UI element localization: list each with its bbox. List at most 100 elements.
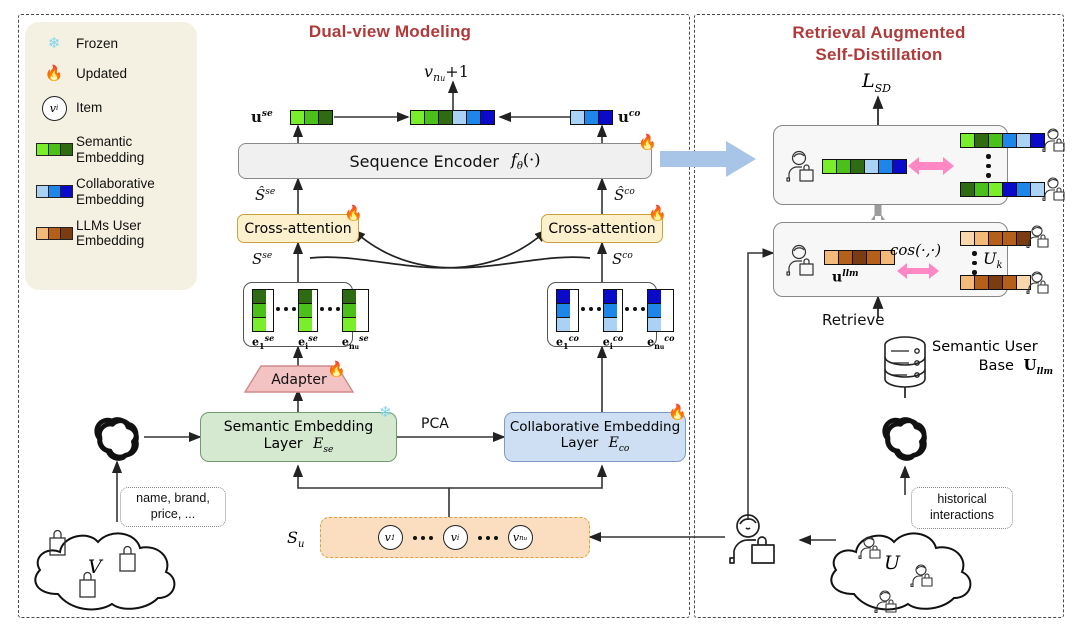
- sub-sym: U: [1023, 356, 1037, 375]
- item-cloud-bag-icons: [49, 529, 136, 598]
- candidate-user-icon-top: [1026, 225, 1049, 249]
- student-vector: [822, 159, 907, 174]
- sequence-encoder-function: fθ(·): [511, 150, 541, 172]
- fused-vector: [410, 110, 495, 125]
- con-sub-u: u: [659, 343, 665, 351]
- figure-root: Dual-view Modeling Retrieval Augmented S…: [0, 0, 1080, 632]
- snowflake-icon-semantic-layer: ❄: [379, 404, 392, 421]
- semantic-emb-item-i: eise: [298, 289, 318, 351]
- sen-sup: se: [359, 333, 369, 343]
- collab-layer-line1: Collaborative Embedding: [509, 419, 681, 436]
- seqi-sub: i: [456, 533, 460, 542]
- coi-base: e: [602, 335, 610, 349]
- co1-sup: co: [568, 333, 579, 343]
- u-llm-base: u: [832, 269, 843, 286]
- user-cloud-avatars: [858, 536, 933, 614]
- collab-layer-line2: Layer Eco: [510, 435, 680, 455]
- teacher-vector-bottom: [960, 182, 1045, 197]
- sub-l2-text: Base: [978, 358, 1014, 375]
- transition-arrow: [660, 141, 756, 177]
- semantic-layer-l2-text: Layer: [263, 435, 303, 452]
- semantic-emb-col-i: [298, 289, 318, 332]
- s-hat-co-base: Ŝ: [614, 186, 625, 204]
- s-co-sup: co: [622, 251, 633, 261]
- u-se-label: use: [251, 108, 273, 126]
- semantic-layer-line2: Layer Ese: [224, 436, 374, 456]
- collaborative-embedding-group: e1co eico enuco: [547, 282, 675, 351]
- semantic-emb-label-1: e1se: [252, 333, 274, 351]
- candidate-vdots: [972, 251, 977, 275]
- loss-label: LSD: [862, 70, 891, 95]
- bidirectional-pink-arrow-bottom: [897, 263, 939, 279]
- cross-attention-left[interactable]: Cross-attention: [237, 214, 359, 243]
- collab-layer-sym: E: [608, 435, 619, 452]
- user-sequence-box: v1 vi v nu: [320, 517, 590, 558]
- teacher-user-icon-top: [1042, 128, 1065, 153]
- seq-dots-1: [412, 535, 433, 540]
- retrieval-similarity-box: ullm cos(·,·) Uk: [773, 222, 1049, 297]
- collab-emb-dots-2: [625, 289, 646, 328]
- semantic-emb-col-n: [341, 289, 369, 332]
- flame-icon-cross-attention-right: 🔥: [648, 205, 667, 222]
- s-hat-se-base: Ŝ: [255, 186, 266, 204]
- collab-emb-item-1: e1co: [556, 289, 579, 351]
- sequence-encoder-box[interactable]: Sequence Encoder fθ(·): [238, 143, 652, 179]
- teacher-vdots: [986, 154, 991, 178]
- seqn-sub: nu: [519, 534, 527, 542]
- loss-sub: SD: [874, 81, 891, 95]
- candidate-vector-top: [960, 231, 1031, 246]
- u-se-base: u: [251, 108, 262, 126]
- collab-emb-label-n: enuco: [647, 333, 674, 351]
- con-sup: co: [664, 333, 675, 343]
- candidate-vector-bottom: [960, 275, 1031, 290]
- collab-layer-sub: co: [618, 444, 630, 455]
- u-co-base: u: [618, 108, 629, 126]
- u-llm-vector: [824, 250, 895, 265]
- next-item-label: vnu+1: [424, 62, 469, 84]
- u-k-sub: k: [996, 260, 1003, 272]
- sen-sub-u: u: [354, 343, 360, 351]
- seq-item-i: vi: [442, 525, 468, 550]
- teacher-user-icon-bottom: [1042, 177, 1065, 202]
- cross-attention-left-label: Cross-attention: [244, 220, 352, 237]
- s-se-sup: se: [262, 251, 273, 261]
- semantic-embedding-layer[interactable]: Semantic Embedding Layer Ese: [200, 412, 397, 462]
- con-sub: nu: [654, 341, 664, 351]
- semantic-emb-dots-2: [319, 289, 340, 328]
- item-attrs-line1: name, brand,: [136, 491, 210, 506]
- teacher-vector-top: [960, 133, 1045, 148]
- semantic-emb-item-1: e1se: [252, 289, 275, 351]
- student-user-icon: [786, 150, 814, 182]
- semantic-emb-item-n: enuse: [341, 289, 369, 351]
- collab-emb-col-1: [556, 289, 579, 332]
- flame-icon-adapter: 🔥: [327, 361, 346, 378]
- sequence-label-base: S: [287, 528, 298, 547]
- semantic-emb-dots-1: [276, 289, 297, 328]
- collab-layer-l2-text: Layer: [560, 435, 599, 452]
- s-co-base: S: [612, 250, 623, 268]
- se1-sup: se: [264, 333, 275, 343]
- semantic-layer-sub: se: [323, 444, 334, 455]
- collab-emb-label-1: e1co: [556, 333, 579, 351]
- cross-attention-right[interactable]: Cross-attention: [541, 214, 663, 243]
- semantic-user-base-line1: Semantic User: [932, 339, 1038, 355]
- database-icon: [884, 336, 926, 388]
- semantic-user-base-label: Semantic User Base Ullm: [932, 338, 1057, 378]
- u-co-sup: co: [628, 109, 641, 119]
- bidirectional-pink-arrow-top: [908, 157, 954, 175]
- s-hat-co-sup: co: [624, 187, 635, 197]
- collab-emb-dots-1: [580, 289, 601, 328]
- con-base: e: [647, 335, 655, 349]
- u-co-vector: [570, 110, 613, 125]
- semantic-emb-label-n: enuse: [342, 333, 369, 351]
- collaborative-embedding-layer[interactable]: Collaborative Embedding Layer Eco: [504, 412, 686, 462]
- collab-emb-item-n: enuco: [647, 289, 675, 351]
- collab-emb-col-i: [602, 289, 624, 332]
- cosine-label: cos(·,·): [890, 241, 942, 259]
- u-se-vector: [290, 110, 333, 125]
- llm-icon-right: [882, 417, 927, 461]
- seq-item-n: v nu: [507, 525, 533, 550]
- s-hat-co-label: Ŝco: [614, 186, 635, 204]
- s-se-label: Sse: [252, 250, 272, 268]
- seqn-sub-u: u: [523, 535, 528, 542]
